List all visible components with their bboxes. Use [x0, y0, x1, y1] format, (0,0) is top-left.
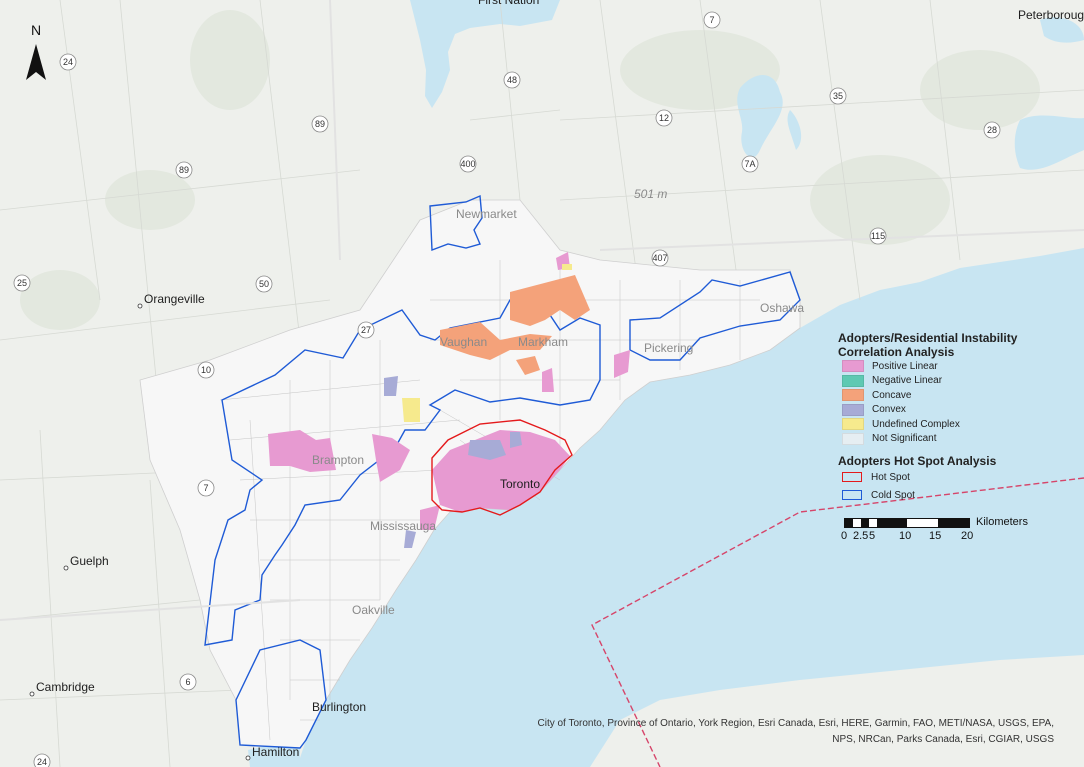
highway-shield: 50	[255, 275, 273, 293]
place-label: Newmarket	[456, 207, 517, 221]
highway-shield: 6	[179, 673, 197, 691]
legend-swatch	[842, 432, 864, 445]
highway-shield: 12	[655, 109, 673, 127]
highway-shield: 115	[869, 227, 887, 245]
legend-item: Negative Linear	[842, 374, 1078, 389]
legend-label: Convex	[872, 404, 906, 416]
highway-shield: 27	[357, 321, 375, 339]
legend-swatch	[842, 374, 864, 387]
highway-number: 12	[659, 113, 669, 123]
place-label: Markham	[518, 335, 568, 349]
highway-number: 35	[833, 91, 843, 101]
legend-swatch	[842, 389, 864, 402]
legend-swatch	[842, 403, 864, 416]
scale-bar-graphic: Kilometers	[844, 516, 1028, 528]
highway-number: 400	[460, 159, 475, 169]
legend-item: Not Significant	[842, 432, 1078, 447]
hotspot-swatch	[842, 490, 862, 500]
scale-tick-label: 0	[841, 530, 848, 542]
attribution-line-2: NPS, NRCan, Parks Canada, Esri, CGIAR, U…	[832, 734, 1054, 745]
highway-shield: 89	[311, 115, 329, 133]
highway-number: 89	[315, 119, 325, 129]
place-label: Brampton	[312, 453, 364, 467]
highway-shield: 35	[829, 87, 847, 105]
elevation-label: 501 m	[634, 187, 667, 201]
legend-label: Positive Linear	[872, 360, 938, 372]
place-label: Cambridge	[36, 680, 95, 694]
highway-number: 24	[37, 757, 47, 767]
highway-number: 6	[185, 677, 190, 687]
legend-label: Not Significant	[872, 433, 937, 445]
legend-swatch	[842, 418, 864, 431]
highway-number: 89	[179, 165, 189, 175]
legend-item: Concave	[842, 388, 1078, 403]
legend: Adopters/Residential Instability Correla…	[838, 331, 1078, 504]
scale-bar: Kilometers 0 2.5 5 10 15 20	[841, 516, 1044, 544]
place-label: Mississauga	[370, 519, 436, 533]
north-arrow-icon	[26, 44, 46, 80]
hotspot-label: Hot Spot	[871, 471, 910, 483]
highway-number: 7A	[744, 159, 755, 169]
place-label: Oakville	[352, 603, 395, 617]
place-label: Oshawa	[760, 301, 804, 315]
highway-shield: 400	[459, 155, 477, 173]
highway-shield: 7	[197, 479, 215, 497]
highway-number: 48	[507, 75, 517, 85]
north-arrow: N	[22, 22, 50, 82]
highway-shield: 7	[703, 11, 721, 29]
highway-number: 50	[259, 279, 269, 289]
scale-units: Kilometers	[976, 516, 1028, 528]
hotspot-legend-item: Cold Spot	[842, 486, 1078, 504]
place-label: Pickering	[644, 341, 693, 355]
highway-shield: 25	[13, 274, 31, 292]
highway-shield: 89	[175, 161, 193, 179]
legend-label: Concave	[872, 389, 912, 401]
scale-tick-label: 2.5	[853, 530, 869, 542]
legend-item: Positive Linear	[842, 359, 1078, 374]
highway-number: 7	[203, 483, 208, 493]
hotspot-swatch	[842, 472, 862, 482]
legend-item: Convex	[842, 403, 1078, 418]
place-label: Orangeville	[144, 292, 205, 306]
place-label: First Nation	[478, 0, 539, 7]
legend-label: Negative Linear	[872, 375, 943, 387]
scale-tick-label: 20	[961, 530, 974, 542]
attribution-line-1: City of Toronto, Province of Ontario, Yo…	[537, 718, 1055, 729]
place-label: Hamilton	[252, 745, 299, 759]
place-label: Burlington	[312, 700, 366, 714]
highway-number: 407	[652, 253, 667, 263]
place-label: Vaughan	[440, 335, 487, 349]
attribution: City of Toronto, Province of Ontario, Yo…	[494, 716, 1055, 748]
highway-shield: 407	[651, 249, 669, 267]
hotspot-legend-item: Hot Spot	[842, 468, 1078, 486]
place-label: Toronto	[500, 477, 540, 491]
highway-number: 28	[987, 125, 997, 135]
highway-number: 25	[17, 278, 27, 288]
highway-shield: 48	[503, 71, 521, 89]
highway-number: 115	[871, 231, 885, 241]
highway-number: 27	[361, 325, 371, 335]
highway-shield: 28	[983, 121, 1001, 139]
legend-item: Undefined Complex	[842, 417, 1078, 432]
highway-number: 24	[63, 57, 73, 67]
highway-shield: 24	[33, 753, 51, 767]
place-label: Guelph	[70, 554, 109, 568]
hotspot-legend-title: Adopters Hot Spot Analysis	[838, 454, 997, 468]
hotspot-label: Cold Spot	[871, 489, 915, 501]
highway-number: 10	[201, 365, 211, 375]
place-label: Peterborough	[1018, 8, 1084, 22]
scale-tick-label: 10	[899, 530, 912, 542]
scale-tick-label: 15	[929, 530, 942, 542]
legend-title: Adopters/Residential Instability Correla…	[838, 331, 1018, 359]
north-letter: N	[31, 22, 41, 38]
highway-shield: 10	[197, 361, 215, 379]
highway-shield: 24	[59, 53, 77, 71]
scale-tick-label: 5	[869, 530, 876, 542]
legend-swatch	[842, 360, 864, 373]
highway-shield: 7A	[741, 155, 759, 173]
legend-label: Undefined Complex	[872, 418, 960, 430]
highway-number: 7	[709, 15, 714, 25]
